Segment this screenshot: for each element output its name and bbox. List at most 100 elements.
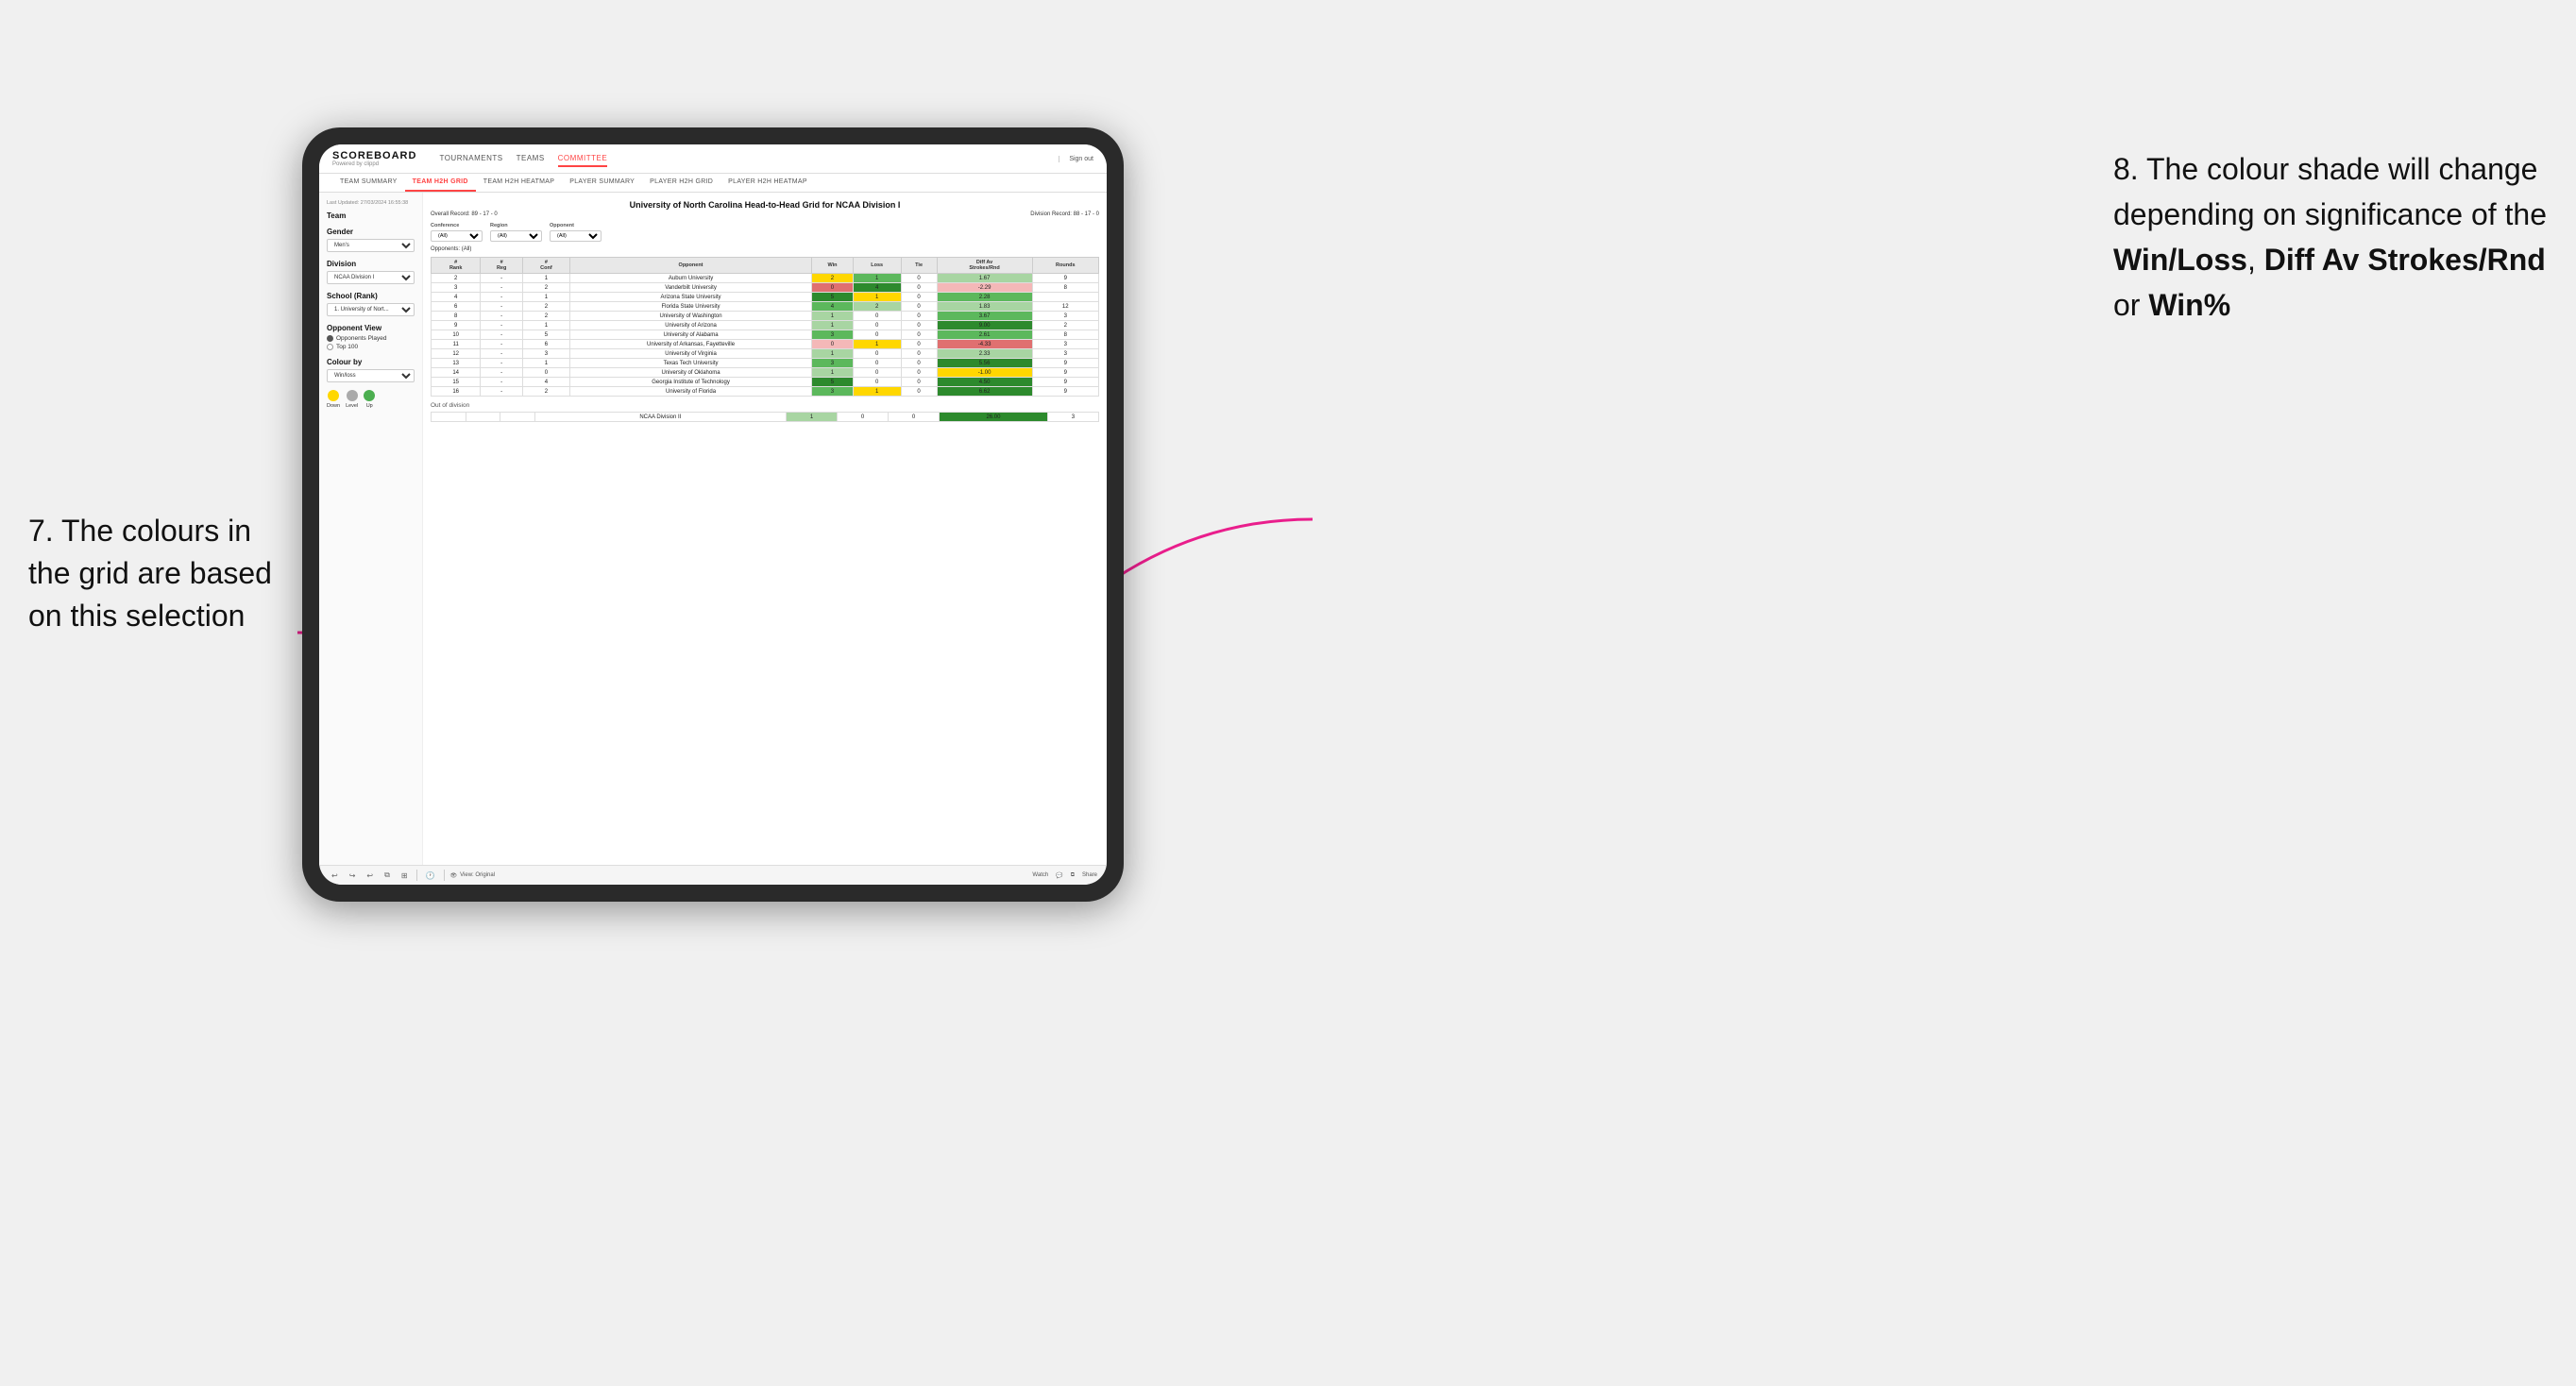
tab-team-summary[interactable]: TEAM SUMMARY (332, 174, 405, 192)
table-cell: 0 (901, 283, 937, 293)
out-of-div-label: Out of division (431, 402, 1099, 409)
table-cell: Arizona State University (569, 293, 811, 302)
table-cell: 1 (522, 321, 569, 330)
table-cell: 0 (853, 321, 901, 330)
table-cell: 3 (1032, 340, 1098, 349)
division-select[interactable]: NCAA Division I (327, 271, 415, 284)
radio-top100[interactable]: Top 100 (327, 344, 415, 350)
radio-dot-unselected (327, 344, 333, 350)
tab-team-h2h-heatmap[interactable]: TEAM H2H HEATMAP (476, 174, 562, 192)
table-cell: - (481, 330, 523, 340)
annotation-right-bold3: Win% (2148, 288, 2230, 322)
table-cell: 2 (812, 274, 854, 283)
table-cell: - (481, 321, 523, 330)
table-cell: 6.62 (937, 387, 1032, 397)
annotation-right-bold2: Diff Av Strokes/Rnd (2264, 243, 2546, 277)
toolbar-icon1[interactable]: 💬 (1056, 872, 1062, 879)
radio-group: Opponents Played Top 100 (327, 335, 415, 350)
legend-level: Level (346, 390, 358, 409)
toolbar-back[interactable]: ↩ (364, 870, 376, 881)
table-cell: 1 (812, 321, 854, 330)
division-record: Division Record: 88 - 17 - 0 (1030, 211, 1099, 217)
table-body: 2-1Auburn University2101.6793-2Vanderbil… (432, 274, 1099, 397)
table-cell: 0 (901, 359, 937, 368)
table-cell: 1 (853, 387, 901, 397)
table-cell: 9 (1032, 359, 1098, 368)
table-row: 13-1Texas Tech University3005.569 (432, 359, 1099, 368)
colour-by-label: Colour by (327, 358, 415, 366)
opponents-label: Opponents: (All) (431, 246, 1099, 252)
table-cell: - (481, 283, 523, 293)
filter-region: Region (All) (490, 223, 542, 242)
radio-opponents-played[interactable]: Opponents Played (327, 335, 415, 342)
table-cell: 0 (901, 302, 937, 312)
toolbar-copy[interactable]: ⧉ (381, 870, 393, 881)
table-cell: 0 (901, 378, 937, 387)
table-cell: 1 (522, 274, 569, 283)
table-cell: 0 (901, 274, 937, 283)
toolbar-clock[interactable]: 🕐 (423, 870, 438, 881)
conference-select[interactable]: (All) (431, 230, 483, 242)
table-cell: 3 (812, 387, 854, 397)
out-div-loss: 0 (838, 413, 889, 422)
colour-by-select[interactable]: Win/loss (327, 369, 415, 382)
table-cell: -4.33 (937, 340, 1032, 349)
toolbar-icon2[interactable]: ⧉ (1071, 872, 1075, 879)
table-cell: 9 (1032, 378, 1098, 387)
out-of-div-row: NCAA Division II 1 0 0 26.00 3 (432, 413, 1099, 422)
watch-btn[interactable]: Watch (1032, 872, 1048, 879)
opponent-label: Opponent (550, 223, 602, 228)
table-cell: 0 (901, 321, 937, 330)
tab-team-h2h-grid[interactable]: TEAM H2H GRID (405, 174, 476, 192)
conference-label: Conference (431, 223, 483, 228)
toolbar-paste[interactable]: ⊞ (398, 870, 411, 881)
region-select[interactable]: (All) (490, 230, 542, 242)
out-div-win: 1 (787, 413, 838, 422)
table-cell: 4 (812, 302, 854, 312)
school-select[interactable]: 1. University of Nort... (327, 303, 415, 316)
table-cell: 4 (853, 283, 901, 293)
table-row: 11-6University of Arkansas, Fayetteville… (432, 340, 1099, 349)
table-cell: Vanderbilt University (569, 283, 811, 293)
out-of-div-body: NCAA Division II 1 0 0 26.00 3 (432, 413, 1099, 422)
table-row: 2-1Auburn University2101.679 (432, 274, 1099, 283)
table-cell: 0 (853, 330, 901, 340)
table-cell: 10 (432, 330, 481, 340)
table-row: 16-2University of Florida3106.629 (432, 387, 1099, 397)
table-cell: Florida State University (569, 302, 811, 312)
table-cell: - (481, 312, 523, 321)
nav-tournaments[interactable]: TOURNAMENTS (439, 151, 502, 167)
opponent-select[interactable]: (All) (550, 230, 602, 242)
table-cell: 2 (522, 312, 569, 321)
tablet-frame: SCOREBOARD Powered by clippd TOURNAMENTS… (302, 127, 1124, 902)
sign-out[interactable]: Sign out (1059, 156, 1093, 162)
gender-select[interactable]: Men's (327, 239, 415, 252)
table-cell: 2.33 (937, 349, 1032, 359)
legend-level-circle (347, 390, 358, 401)
table-cell: 1 (853, 340, 901, 349)
toolbar-redo[interactable]: ↪ (347, 870, 359, 881)
table-cell: 2 (522, 302, 569, 312)
sidebar-colour-by-section: Colour by Win/loss (327, 358, 415, 382)
table-cell: 1.67 (937, 274, 1032, 283)
table-cell: 2 (853, 302, 901, 312)
toolbar-sep1 (416, 870, 417, 881)
table-cell: 11 (432, 340, 481, 349)
share-btn[interactable]: Share (1082, 872, 1097, 879)
school-label: School (Rank) (327, 292, 415, 300)
col-rank: #Rank (432, 258, 481, 274)
nav-teams[interactable]: TEAMS (517, 151, 545, 167)
tab-player-h2h-grid[interactable]: PLAYER H2H GRID (642, 174, 720, 192)
tab-player-summary[interactable]: PLAYER SUMMARY (562, 174, 642, 192)
table-row: 9-1University of Arizona1009.002 (432, 321, 1099, 330)
table-row: 12-3University of Virginia1002.333 (432, 349, 1099, 359)
table-cell: 0 (901, 349, 937, 359)
table-cell: 9 (1032, 368, 1098, 378)
toolbar-undo[interactable]: ↩ (329, 870, 341, 881)
table-cell: 1 (853, 293, 901, 302)
table-cell: 9.00 (937, 321, 1032, 330)
logo-sub: Powered by clippd (332, 161, 416, 167)
tab-player-h2h-heatmap[interactable]: PLAYER H2H HEATMAP (720, 174, 815, 192)
nav-committee[interactable]: COMMITTEE (558, 151, 608, 167)
table-cell: 13 (432, 359, 481, 368)
